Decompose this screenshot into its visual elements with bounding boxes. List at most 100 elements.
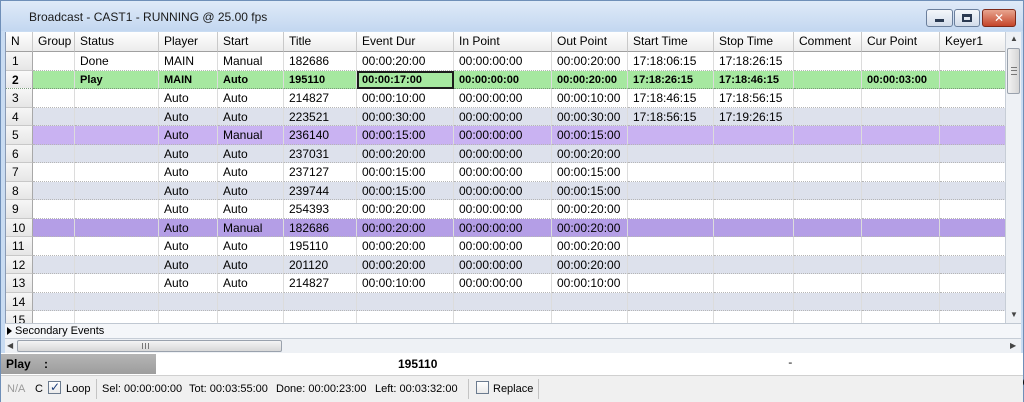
column-header-status[interactable]: Status [75, 32, 159, 52]
cell-keyer1[interactable] [940, 293, 1005, 311]
table-row[interactable]: 12 Auto Auto 201120 00:00:20:00 00:00:00:00 00… [6, 255, 1005, 274]
cell-status[interactable] [75, 237, 159, 256]
cell-start[interactable]: Auto [218, 255, 284, 274]
cell-keyer1[interactable] [940, 182, 1005, 200]
cell-comment[interactable] [794, 181, 862, 200]
cell-title[interactable]: 236140 [284, 126, 357, 145]
cell-out-point[interactable]: 00:00:20:00 [552, 255, 628, 274]
column-header-player[interactable]: Player [159, 32, 218, 52]
cell-in-point[interactable]: 00:00:00:00 [454, 126, 552, 145]
cell-status[interactable]: Play [75, 70, 159, 89]
table-row[interactable]: 1 Done MAIN Manual 182686 00:00:20:00 00:00:00… [6, 52, 1005, 71]
table-row[interactable]: 5 Auto Manual 236140 00:00:15:00 00:00:00:00 0… [6, 126, 1005, 145]
table-row[interactable]: 9 Auto Auto 254393 00:00:20:00 00:00:00:00 00:… [6, 200, 1005, 219]
loop-checkbox[interactable] [48, 380, 61, 394]
cell-cur-point[interactable] [862, 144, 940, 163]
cell-cur-point[interactable] [862, 163, 940, 182]
cell-title[interactable]: 214827 [284, 274, 357, 293]
cell-group[interactable] [33, 126, 75, 145]
cell-cur-point[interactable] [862, 237, 940, 256]
cell-comment[interactable] [794, 200, 862, 219]
cell-cur-point[interactable] [862, 89, 940, 108]
cell-player[interactable]: Auto [159, 200, 218, 219]
cell-out-point[interactable]: 00:00:20:00 [552, 144, 628, 163]
cell-comment[interactable] [794, 163, 862, 182]
maximize-button[interactable] [954, 9, 980, 27]
cell-status[interactable] [75, 126, 159, 145]
cell-out-point[interactable]: 00:00:20:00 [552, 52, 628, 71]
cell-start[interactable]: Manual [218, 218, 284, 237]
cell-start[interactable]: Auto [218, 237, 284, 256]
table-row[interactable]: 6 Auto Auto 237031 00:00:20:00 00:00:00:00 00:… [6, 144, 1005, 163]
cell-cur-point[interactable] [862, 126, 940, 145]
cell-start[interactable]: Auto [218, 181, 284, 200]
table-row[interactable]: 10 Auto Manual 182686 00:00:20:00 00:00:00:00… [6, 218, 1005, 237]
cell-start[interactable]: Auto [218, 274, 284, 293]
cell-stop-time[interactable] [714, 292, 794, 311]
cell-group[interactable] [33, 292, 75, 311]
cell-start[interactable]: Auto [218, 163, 284, 182]
cell-stop-time[interactable]: 17:18:46:15 [714, 70, 794, 89]
cell-keyer1[interactable] [940, 256, 1005, 274]
cell-comment[interactable] [794, 89, 862, 108]
cell-start-time[interactable] [628, 218, 714, 237]
cell-title[interactable]: 254393 [284, 200, 357, 219]
cell-player[interactable]: Auto [159, 274, 218, 293]
column-header-n[interactable]: N [6, 32, 33, 52]
scroll-right-icon[interactable]: ▶ [1010, 341, 1016, 350]
cell-start-time[interactable]: 17:18:56:15 [628, 107, 714, 126]
cell-event-dur[interactable]: 00:00:20:00 [357, 218, 454, 237]
cell-player[interactable] [159, 311, 218, 323]
cell-player[interactable]: MAIN [159, 52, 218, 71]
cell-start-time[interactable] [628, 292, 714, 311]
scroll-up-icon[interactable]: ▲ [1010, 34, 1018, 43]
cell-group[interactable] [33, 70, 75, 89]
cell-status[interactable] [75, 311, 159, 323]
close-button[interactable]: ✕ [982, 9, 1016, 27]
cell-comment[interactable] [794, 52, 862, 71]
vertical-scrollbar[interactable]: ▲ ▼ [1005, 32, 1021, 323]
cell-n[interactable]: 13 [6, 274, 33, 293]
cell-keyer1[interactable] [940, 311, 1005, 323]
cell-out-point[interactable]: 00:00:20:00 [552, 218, 628, 237]
cell-stop-time[interactable] [714, 255, 794, 274]
column-header-keyer1[interactable]: Keyer1 [940, 32, 1005, 52]
cell-title[interactable]: 223521 [284, 107, 357, 126]
cell-in-point[interactable] [454, 292, 552, 311]
cell-n[interactable]: 11 [6, 237, 33, 256]
cell-in-point[interactable]: 00:00:00:00 [454, 70, 552, 89]
cell-start[interactable] [218, 311, 284, 323]
cell-in-point[interactable]: 00:00:00:00 [454, 237, 552, 256]
cell-cur-point[interactable] [862, 218, 940, 237]
cell-keyer1[interactable] [940, 145, 1005, 163]
cell-title[interactable] [284, 311, 357, 323]
cell-n[interactable]: 10 [6, 218, 33, 237]
cell-start[interactable]: Auto [218, 70, 284, 89]
cell-group[interactable] [33, 237, 75, 256]
column-header-cur-point[interactable]: Cur Point [862, 32, 940, 52]
cell-cur-point[interactable] [862, 292, 940, 311]
cell-status[interactable] [75, 292, 159, 311]
cell-start[interactable]: Manual [218, 52, 284, 71]
cell-comment[interactable] [794, 255, 862, 274]
cell-title[interactable]: 239744 [284, 181, 357, 200]
cell-in-point[interactable]: 00:00:00:00 [454, 218, 552, 237]
table-row[interactable]: 15 [6, 311, 1005, 323]
cell-title[interactable]: 195110 [284, 70, 357, 89]
scroll-left-icon[interactable]: ◀ [7, 341, 13, 350]
cell-stop-time[interactable] [714, 163, 794, 182]
cell-title[interactable]: 237127 [284, 163, 357, 182]
cell-in-point[interactable]: 00:00:00:00 [454, 181, 552, 200]
cell-n[interactable]: 14 [6, 292, 33, 311]
cell-out-point[interactable]: 00:00:15:00 [552, 126, 628, 145]
cell-comment[interactable] [794, 70, 862, 89]
cell-n[interactable]: 3 [6, 89, 33, 108]
cell-out-point[interactable]: 00:00:20:00 [552, 70, 628, 89]
cell-start[interactable]: Auto [218, 107, 284, 126]
cell-title[interactable]: 237031 [284, 144, 357, 163]
cell-comment[interactable] [794, 126, 862, 145]
cell-status[interactable] [75, 144, 159, 163]
table-row[interactable]: 3 Auto Auto 214827 00:00:10:00 00:00:00:00 00:… [6, 89, 1005, 108]
cell-event-dur[interactable]: 00:00:20:00 [357, 255, 454, 274]
cell-cur-point[interactable]: 00:00:03:00 [862, 70, 940, 89]
